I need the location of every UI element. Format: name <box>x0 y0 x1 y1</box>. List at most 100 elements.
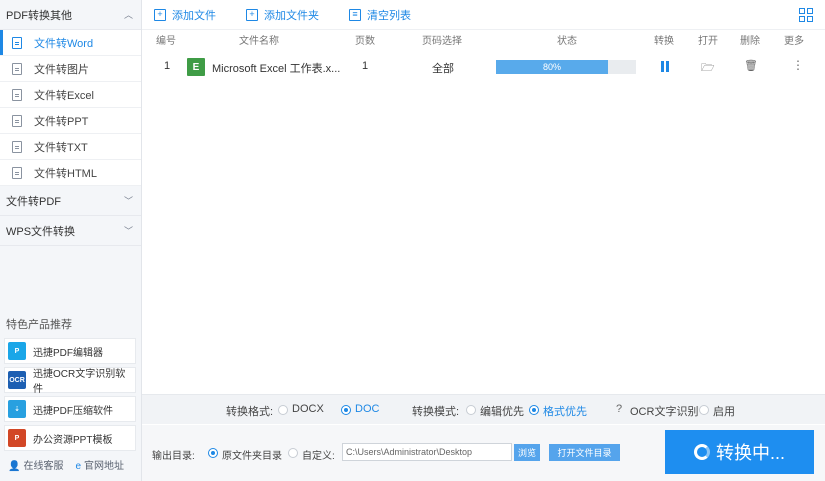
help-icon[interactable]: ? <box>616 403 622 415</box>
col-more: 更多 <box>784 36 804 47</box>
mode-format-label: 格式优先 <box>543 406 587 418</box>
product-ppt-templates[interactable]: P 办公资源PPT模板 <box>4 425 136 451</box>
sidebar-item-to-html[interactable]: 文件转HTML <box>0 160 141 186</box>
more-icon[interactable]: ⋮ <box>792 58 804 72</box>
product-label: 办公资源PPT模板 <box>33 434 113 446</box>
online-service-link[interactable]: 👤 在线客服 <box>8 457 63 472</box>
add-file-icon: + <box>154 8 166 21</box>
page-select[interactable]: 全部 <box>432 60 454 76</box>
document-icon <box>12 36 22 49</box>
mode-label: 转换模式: <box>412 406 460 418</box>
compress-icon: ⇣ <box>8 400 26 418</box>
convert-button[interactable]: 转换中... <box>665 430 814 474</box>
excel-file-icon: E <box>187 58 205 76</box>
product-label: 迅捷PDF压缩软件 <box>33 405 113 417</box>
radio-custom-folder[interactable] <box>288 448 298 458</box>
chevron-down-icon: ﹀ <box>123 196 133 206</box>
sidebar-item-label: 文件转图片 <box>34 63 89 76</box>
progress-bar: 80% <box>496 60 636 74</box>
mode-edit-label: 编辑优先 <box>480 406 524 418</box>
browse-button[interactable]: 浏览 <box>514 444 540 461</box>
trash-icon: ≡ <box>349 8 361 21</box>
radio-doc[interactable] <box>341 405 351 415</box>
featured-products-title: 特色产品推荐 <box>6 319 72 331</box>
document-icon <box>12 114 22 127</box>
grid-view-icon[interactable] <box>799 8 813 22</box>
sidebar-item-to-word[interactable]: 文件转Word <box>0 30 141 56</box>
add-folder-icon: + <box>246 8 258 21</box>
col-name: 文件名称 <box>239 36 279 47</box>
sidebar-item-label: 文件转Excel <box>34 89 94 102</box>
clear-list-button[interactable]: ≡ 清空列表 <box>349 7 411 23</box>
section-label: WPS文件转换 <box>6 225 76 238</box>
radio-original-folder[interactable] <box>208 448 218 458</box>
radio-docx[interactable] <box>278 405 288 415</box>
product-ocr[interactable]: OCR 迅捷OCR文字识别软件 <box>4 367 136 395</box>
sidebar-item-label: 文件转Word <box>34 37 94 50</box>
globe-icon: e <box>75 461 82 472</box>
section-label: 文件转PDF <box>6 195 61 208</box>
row-num: 1 <box>164 60 171 72</box>
format-doc-label: DOC <box>355 403 380 415</box>
col-num: 编号 <box>156 36 176 47</box>
col-page-select: 页码选择 <box>422 36 462 47</box>
section-file-to-pdf[interactable]: 文件转PDF ﹀ <box>0 186 141 216</box>
output-bar: 输出目录: 原文件夹目录 自定义: 浏览 打开文件目录 转换中... <box>142 425 825 481</box>
table-row[interactable]: 1 E Microsoft Excel 工作表.x... 1 全部 80% 🗁 … <box>142 55 825 79</box>
col-pages: 页数 <box>355 36 375 47</box>
chevron-up-icon: ︿ <box>123 10 133 20</box>
output-dir-label: 输出目录: <box>152 451 195 462</box>
sidebar-item-to-ppt[interactable]: 文件转PPT <box>0 108 141 134</box>
sidebar-item-to-txt[interactable]: 文件转TXT <box>0 134 141 160</box>
folder-open-icon[interactable]: 🗁 <box>701 59 715 78</box>
product-label: 迅捷OCR文字识别软件 <box>32 369 126 395</box>
section-wps-convert[interactable]: WPS文件转换 ﹀ <box>0 216 141 246</box>
radio-format-first[interactable] <box>529 405 539 415</box>
product-pdf-editor[interactable]: P 迅捷PDF编辑器 <box>4 338 136 364</box>
col-open: 打开 <box>698 36 718 47</box>
col-convert: 转换 <box>654 36 674 47</box>
sidebar: PDF转换其他 ︿ 文件转Word 文件转图片 文件转Excel 文件转PPT … <box>0 0 142 481</box>
ocr-enable-label: 启用 <box>713 406 735 418</box>
sidebar-item-label: 文件转HTML <box>34 167 97 180</box>
product-label: 迅捷PDF编辑器 <box>33 347 103 359</box>
image-icon <box>12 62 22 75</box>
section-pdf-convert-other[interactable]: PDF转换其他 ︿ <box>0 0 141 30</box>
document-icon <box>12 140 22 153</box>
ocr-enable-checkbox[interactable] <box>699 405 709 415</box>
product-pdf-compress[interactable]: ⇣ 迅捷PDF压缩软件 <box>4 396 136 422</box>
original-folder-label: 原文件夹目录 <box>222 451 282 462</box>
user-icon: 👤 <box>8 461 21 472</box>
progress-label: 80% <box>542 62 561 72</box>
sidebar-item-label: 文件转TXT <box>34 141 88 154</box>
radio-edit-first[interactable] <box>466 405 476 415</box>
spinner-icon <box>693 444 710 460</box>
sidebar-item-to-image[interactable]: 文件转图片 <box>0 56 141 82</box>
convert-button-label: 转换中... <box>715 443 785 463</box>
ocr-label: OCR文字识别 <box>630 406 699 418</box>
add-file-button[interactable]: + 添加文件 <box>154 7 216 23</box>
document-icon <box>12 166 22 179</box>
table-header: 编号 文件名称 页数 页码选择 状态 转换 打开 删除 更多 <box>142 32 825 52</box>
page-count: 1 <box>362 60 369 72</box>
format-label: 转换格式: <box>226 406 274 418</box>
pause-icon[interactable] <box>660 61 670 72</box>
format-docx-label: DOCX <box>292 403 324 415</box>
document-icon <box>12 88 22 101</box>
add-folder-button[interactable]: + 添加文件夹 <box>246 7 319 23</box>
ocr-icon: OCR <box>8 371 26 389</box>
sidebar-item-label: 文件转PPT <box>34 115 89 128</box>
toolbar: + 添加文件 + 添加文件夹 ≡ 清空列表 <box>142 0 825 30</box>
sidebar-footer: 👤 在线客服 e 官网地址 <box>8 457 124 472</box>
ppt-template-icon: P <box>8 429 26 447</box>
custom-folder-label: 自定义: <box>302 451 335 462</box>
pdf-editor-icon: P <box>8 342 26 360</box>
website-link[interactable]: e 官网地址 <box>75 457 124 472</box>
output-path-input[interactable] <box>342 443 512 461</box>
section-label: PDF转换其他 <box>6 9 72 22</box>
col-delete: 删除 <box>740 36 760 47</box>
sidebar-item-to-excel[interactable]: 文件转Excel <box>0 82 141 108</box>
file-name: Microsoft Excel 工作表.x... <box>212 63 341 75</box>
open-folder-button[interactable]: 打开文件目录 <box>549 444 620 461</box>
trash-icon[interactable]: 🗑 <box>744 59 758 72</box>
